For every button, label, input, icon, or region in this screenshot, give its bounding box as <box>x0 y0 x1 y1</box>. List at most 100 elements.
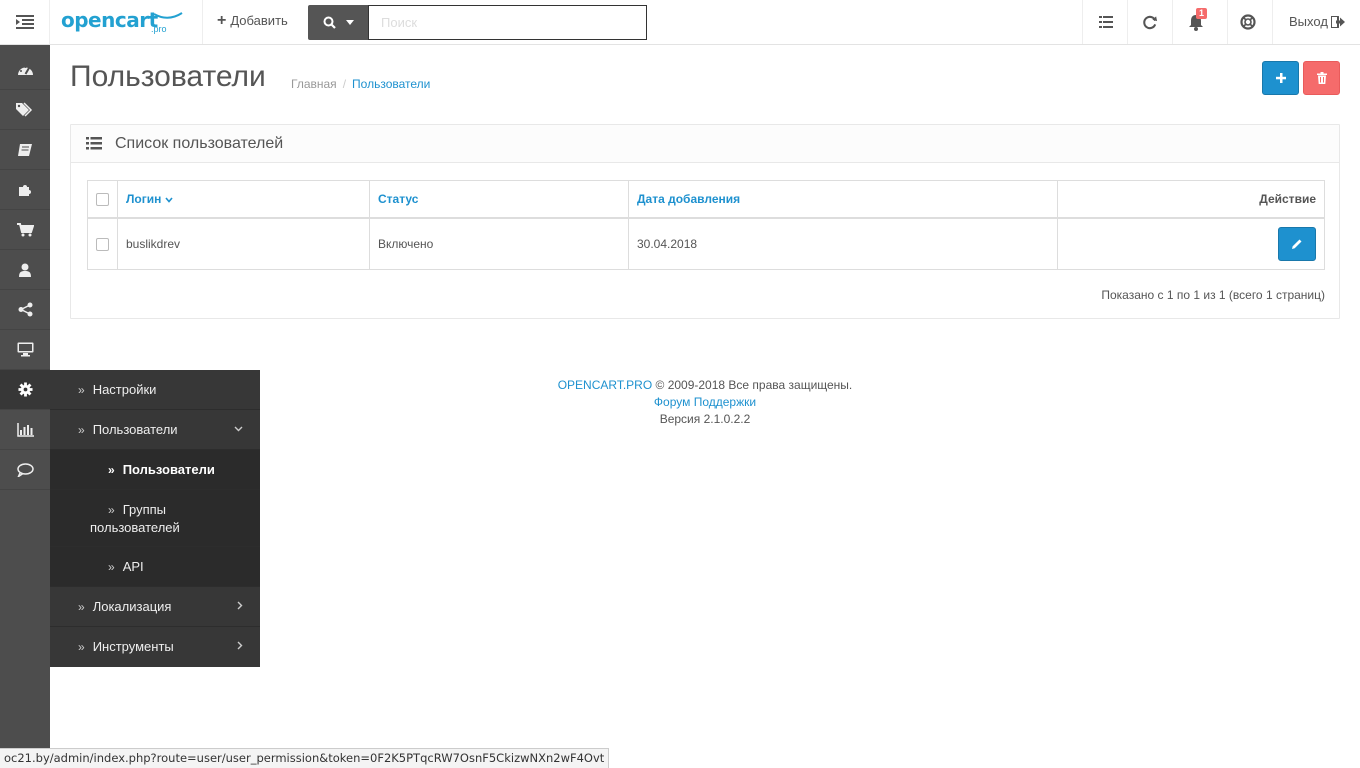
flyout-item-tools[interactable]: » Инструменты <box>50 627 260 667</box>
flyout-item-label: Группы <box>123 502 166 517</box>
double-chevron-icon: » <box>108 503 115 517</box>
cart-icon <box>17 223 34 237</box>
sidebar-item-dashboard[interactable] <box>0 50 50 90</box>
sidebar-item-comments[interactable] <box>0 450 50 490</box>
column-header-date-added[interactable]: Дата добавления <box>629 181 1058 218</box>
select-all-checkbox[interactable] <box>96 193 109 206</box>
trash-icon <box>1317 72 1327 84</box>
notifications-button[interactable]: 1 <box>1173 0 1218 44</box>
breadcrumb-current-link[interactable]: Пользователи <box>352 77 430 91</box>
opencart-logo[interactable]: opencart .pro <box>61 6 186 38</box>
notification-count-badge: 1 <box>1196 8 1207 19</box>
breadcrumb-home-link[interactable]: Главная <box>291 77 337 91</box>
flyout-item-label: Инструменты <box>93 639 174 654</box>
row-select-cell <box>88 218 118 270</box>
user-icon <box>19 263 31 277</box>
table-row: buslikdrev Включено 30.04.2018 <box>88 218 1325 270</box>
list-icon <box>1099 16 1113 28</box>
plus-icon: + <box>217 14 226 28</box>
panel-title: Список пользователей <box>115 135 283 153</box>
flyout-item-label: пользователей <box>90 520 180 535</box>
dashboard-icon <box>17 63 34 76</box>
header-divider <box>202 0 203 44</box>
flyout-subitem-users[interactable]: » Пользователи <box>50 450 260 490</box>
double-chevron-icon: » <box>78 600 85 614</box>
edit-button[interactable] <box>1278 227 1316 261</box>
page-title: Пользователи <box>70 60 266 94</box>
chevron-right-icon <box>237 601 243 610</box>
page-footer: OPENCART.PRO © 2009-2018 Все права защищ… <box>0 377 1360 428</box>
search-icon <box>323 16 336 29</box>
sidebar-item-content[interactable] <box>0 130 50 170</box>
flyout-item-label: API <box>123 559 144 574</box>
refresh-button[interactable] <box>1128 0 1173 44</box>
flyout-item-localisation[interactable]: » Локализация <box>50 587 260 627</box>
caret-down-icon <box>165 197 173 203</box>
footer-brand-link[interactable]: OPENCART.PRO <box>558 378 652 392</box>
list-icon <box>86 137 102 150</box>
browser-status-url: oc21.by/admin/index.php?route=user/user_… <box>0 748 609 768</box>
logout-label: Выход <box>1289 14 1328 29</box>
cell-action <box>1058 218 1325 270</box>
add-user-button[interactable] <box>1262 61 1299 95</box>
footer-copyright: © 2009-2018 Все права защищены. <box>656 378 853 392</box>
logo-swoosh-icon <box>153 12 183 22</box>
column-header-login[interactable]: Логин <box>118 181 370 218</box>
breadcrumb-separator: / <box>343 77 346 91</box>
chevron-right-icon <box>237 641 243 650</box>
share-icon <box>18 302 33 317</box>
refresh-icon <box>1143 15 1158 30</box>
row-checkbox[interactable] <box>96 238 109 251</box>
logout-button[interactable]: Выход <box>1289 14 1345 29</box>
sidebar-item-extensions[interactable] <box>0 170 50 210</box>
puzzle-icon <box>18 182 33 197</box>
cell-login: buslikdrev <box>118 218 370 270</box>
delete-button[interactable] <box>1303 61 1340 95</box>
panel-heading: Список пользователей <box>71 125 1339 163</box>
breadcrumb: Главная / Пользователи <box>291 77 430 91</box>
double-chevron-icon: » <box>78 640 85 654</box>
menu-toggle-icon <box>16 15 34 29</box>
column-header-action: Действие <box>1058 181 1325 218</box>
search-input[interactable] <box>368 5 647 40</box>
flyout-subitem-user-groups[interactable]: » Группы пользователей <box>50 490 260 547</box>
tags-icon <box>16 102 34 117</box>
pencil-icon <box>1292 239 1302 249</box>
desktop-icon <box>17 342 34 357</box>
sign-out-icon <box>1331 16 1345 28</box>
menu-toggle-button[interactable] <box>0 0 50 44</box>
cell-status: Включено <box>370 218 629 270</box>
comment-icon <box>17 463 34 477</box>
footer-forum-link[interactable]: Форум Поддержки <box>654 395 756 409</box>
flyout-item-label: Пользователи <box>123 462 215 477</box>
help-button[interactable] <box>1225 0 1270 44</box>
users-table: Логин Статус Дата добавления Действие bu… <box>87 180 1325 270</box>
list-view-button[interactable] <box>1083 0 1128 44</box>
cell-date-added: 30.04.2018 <box>629 218 1058 270</box>
double-chevron-icon: » <box>108 463 115 477</box>
top-header: opencart .pro + Добавить 1 Выход <box>0 0 1360 45</box>
search-type-button[interactable] <box>308 5 368 40</box>
caret-down-icon <box>346 20 354 25</box>
pagination-summary: Показано с 1 по 1 из 1 (всего 1 страниц) <box>1101 288 1325 302</box>
column-header-status[interactable]: Статус <box>370 181 629 218</box>
flyout-subitem-api[interactable]: » API <box>50 547 260 587</box>
flyout-item-label: Локализация <box>93 599 172 614</box>
sidebar-item-customers[interactable] <box>0 250 50 290</box>
header-divider <box>1272 0 1273 44</box>
sidebar-item-catalog[interactable] <box>0 90 50 130</box>
select-all-cell <box>88 181 118 218</box>
user-list-panel: Список пользователей Логин Статус Дата д… <box>70 124 1340 319</box>
double-chevron-icon: » <box>108 560 115 574</box>
sidebar-item-marketing[interactable] <box>0 290 50 330</box>
footer-copyright-line: OPENCART.PRO © 2009-2018 Все права защищ… <box>0 377 1360 394</box>
table-header-row: Логин Статус Дата добавления Действие <box>88 181 1325 218</box>
sidebar-item-design[interactable] <box>0 330 50 370</box>
sidebar-item-sales[interactable] <box>0 210 50 250</box>
add-dropdown-button[interactable]: + Добавить <box>217 13 288 28</box>
book-icon <box>17 143 33 157</box>
plus-icon <box>1276 73 1286 83</box>
logo-subtext: .pro <box>151 24 167 34</box>
logo-text: opencart <box>61 8 158 32</box>
life-ring-icon <box>1240 14 1256 30</box>
